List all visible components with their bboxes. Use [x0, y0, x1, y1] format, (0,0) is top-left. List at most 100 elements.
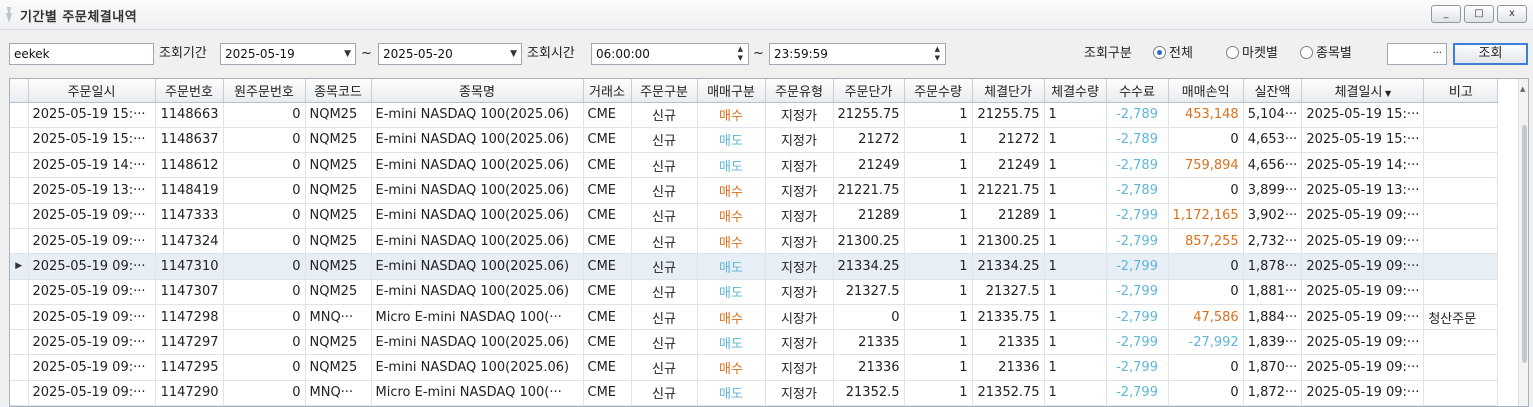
- column-header[interactable]: 체결단가: [972, 79, 1045, 103]
- table-cell: CME: [583, 228, 632, 255]
- time-to-spinner[interactable]: 23:59:59 ▲ ▼: [769, 43, 946, 65]
- table-row[interactable]: 2025-05-19 09:··· 1147295 0 NQM25 E-mini NAS…: [10, 354, 1499, 381]
- column-header[interactable]: 주문유형: [765, 79, 834, 103]
- maximize-button[interactable]: □: [1464, 5, 1494, 23]
- search-button[interactable]: 조회: [1453, 43, 1528, 65]
- table-cell: 1148419: [155, 177, 224, 204]
- table-row[interactable]: ▶ 2025-05-19 09:··· 1147310 0 NQM25 E-mini NA…: [10, 253, 1499, 280]
- table-row[interactable]: 2025-05-19 15:··· 1148637 0 NQM25 E-mini NAS…: [10, 127, 1499, 154]
- row-indicator[interactable]: [10, 304, 29, 331]
- period-label: 조회기간: [159, 46, 207, 61]
- row-indicator[interactable]: [10, 380, 29, 406]
- close-button[interactable]: x: [1497, 5, 1527, 23]
- table-cell: 1: [1044, 304, 1107, 331]
- row-indicator[interactable]: [10, 329, 29, 356]
- table-cell: 지정가: [765, 329, 834, 356]
- time-from-spinner[interactable]: 06:00:00 ▲ ▼: [591, 43, 749, 65]
- table-cell: 2025-05-19 09:···: [28, 354, 156, 381]
- table-cell: -2,799: [1106, 380, 1169, 406]
- date-to-combo[interactable]: 2025-05-20 ▼: [378, 43, 522, 65]
- column-header[interactable]: 매매손익: [1168, 79, 1244, 103]
- table-row[interactable]: 2025-05-19 09:··· 1147333 0 NQM25 E-mini NAS…: [10, 203, 1499, 229]
- account-input[interactable]: eekek: [9, 43, 154, 65]
- table-cell: Micro E-mini NASDAQ 100(···: [371, 380, 584, 406]
- table-cell: 0: [223, 380, 306, 406]
- column-header[interactable]: 주문구분: [631, 79, 698, 103]
- minimize-button[interactable]: _: [1431, 5, 1461, 23]
- scroll-up-icon[interactable]: ▲: [1520, 85, 1525, 93]
- radio-market[interactable]: 마켓별: [1226, 43, 1278, 65]
- column-header[interactable]: 체결수량: [1044, 79, 1107, 103]
- column-header[interactable]: 주문수량: [904, 79, 973, 103]
- table-cell: 2025-05-19 09:···: [1301, 329, 1425, 356]
- scroll-thumb[interactable]: [1522, 125, 1527, 363]
- column-header[interactable]: 실잔액: [1243, 79, 1303, 103]
- table-cell: 0: [223, 253, 306, 280]
- table-cell: 0: [223, 102, 306, 128]
- table-cell: 1147310: [155, 253, 224, 280]
- column-header[interactable]: 주문번호: [155, 79, 224, 103]
- table-cell: CME: [583, 253, 632, 280]
- table-cell: CME: [583, 127, 632, 154]
- column-header[interactable]: 종목명: [371, 79, 584, 103]
- column-header[interactable]: 비고: [1423, 79, 1499, 103]
- table-cell: 매수: [697, 304, 766, 331]
- row-indicator[interactable]: [10, 203, 29, 229]
- column-header[interactable]: 주문단가: [833, 79, 905, 103]
- table-row[interactable]: 2025-05-19 09:··· 1147297 0 NQM25 E-mini NAS…: [10, 329, 1499, 356]
- table-cell: CME: [583, 329, 632, 356]
- table-cell: NQM25: [305, 253, 372, 280]
- table-cell: NQM25: [305, 102, 372, 128]
- table-row[interactable]: 2025-05-19 09:··· 1147290 0 MNQ··· Micro E-m…: [10, 380, 1499, 406]
- symbol-input[interactable]: ···: [1387, 43, 1447, 65]
- row-indicator[interactable]: [10, 228, 29, 255]
- table-cell: 지정가: [765, 228, 834, 255]
- radio-unselected-icon: [1300, 46, 1313, 59]
- table-cell: [1423, 354, 1499, 381]
- row-indicator[interactable]: [10, 152, 29, 179]
- ellipsis-icon[interactable]: ···: [1432, 44, 1442, 64]
- table-row[interactable]: 2025-05-19 09:··· 1147298 0 MNQ··· Micro E-m…: [10, 304, 1499, 331]
- table-cell: 매수: [697, 203, 766, 229]
- table-cell: 21334.25: [972, 253, 1045, 280]
- table-cell: 2025-05-19 09:···: [1301, 380, 1425, 406]
- radio-selected-icon: [1153, 46, 1166, 59]
- column-header[interactable]: 체결일시 ▼: [1301, 79, 1425, 103]
- table-cell: [1423, 228, 1499, 255]
- table-row[interactable]: 2025-05-19 09:··· 1147324 0 NQM25 E-mini NAS…: [10, 228, 1499, 255]
- row-indicator[interactable]: [10, 279, 29, 305]
- row-indicator[interactable]: [10, 127, 29, 154]
- vertical-scrollbar[interactable]: ▲: [1518, 79, 1528, 406]
- radio-symbol[interactable]: 종목별: [1300, 43, 1352, 65]
- row-indicator[interactable]: ▶: [10, 253, 29, 280]
- date-from-combo[interactable]: 2025-05-19 ▼: [220, 43, 356, 65]
- table-cell: 매수: [697, 354, 766, 381]
- row-indicator[interactable]: [10, 354, 29, 381]
- table-cell: 2025-05-19 09:···: [1301, 203, 1425, 229]
- table-cell: 1: [1044, 203, 1107, 229]
- order-execution-grid[interactable]: 주문일시 주문번호 원주문번호 종목코드 종목명 거래소 주문구분 매매구분 주문유형 주문단가 주…: [9, 78, 1529, 407]
- table-row[interactable]: 2025-05-19 09:··· 1147307 0 NQM25 E-mini NAS…: [10, 279, 1499, 305]
- table-cell: 1: [1044, 127, 1107, 154]
- table-cell: 2025-05-19 15:···: [28, 127, 156, 154]
- column-header[interactable]: 매매구분: [697, 79, 766, 103]
- table-cell: 지정가: [765, 253, 834, 280]
- table-row[interactable]: 2025-05-19 13:··· 1148419 0 NQM25 E-mini NAS…: [10, 177, 1499, 204]
- table-cell: [1423, 177, 1499, 204]
- table-cell: 21336: [833, 354, 905, 381]
- row-indicator[interactable]: [10, 102, 29, 128]
- table-cell: CME: [583, 279, 632, 305]
- column-header[interactable]: 원주문번호: [223, 79, 306, 103]
- column-header[interactable]: 주문일시: [28, 79, 156, 103]
- column-header[interactable]: 종목코드: [305, 79, 372, 103]
- row-indicator[interactable]: [10, 177, 29, 204]
- table-cell: 1: [904, 177, 973, 204]
- table-cell: 21249: [833, 152, 905, 179]
- table-row[interactable]: 2025-05-19 14:··· 1148612 0 NQM25 E-mini NAS…: [10, 152, 1499, 179]
- column-header[interactable]: 수수료: [1106, 79, 1169, 103]
- radio-all[interactable]: 전체: [1153, 43, 1193, 65]
- column-header[interactable]: 거래소: [583, 79, 632, 103]
- table-cell: 0: [223, 152, 306, 179]
- table-cell: -2,799: [1106, 253, 1169, 280]
- table-row[interactable]: 2025-05-19 15:··· 1148663 0 NQM25 E-mini NAS…: [10, 102, 1499, 128]
